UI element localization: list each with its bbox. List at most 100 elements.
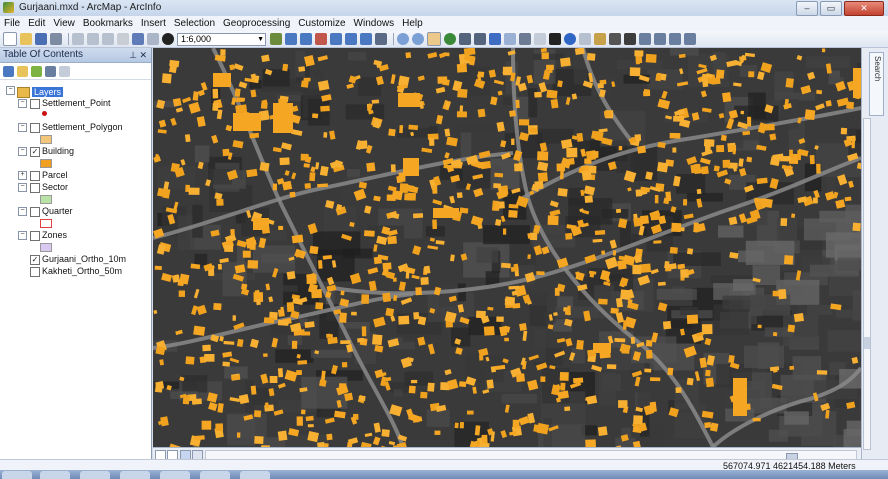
- paste-icon[interactable]: [102, 33, 114, 45]
- menu-view[interactable]: View: [49, 18, 79, 29]
- model-builder-icon[interactable]: [360, 33, 372, 45]
- layer-name-settlement-polygon[interactable]: Settlement_Polygon: [42, 121, 123, 133]
- layer-name-gurjaani-ortho-10m[interactable]: Gurjaani_Ortho_10m: [42, 253, 126, 265]
- maximize-button[interactable]: ▭: [820, 1, 842, 16]
- zoom-out-icon[interactable]: [412, 33, 424, 45]
- search-window-icon[interactable]: [315, 33, 327, 45]
- menu-help[interactable]: Help: [398, 18, 427, 29]
- find-route-icon[interactable]: [639, 33, 651, 45]
- python-window-icon[interactable]: [345, 33, 357, 45]
- search-tab[interactable]: Search: [869, 52, 884, 116]
- options-icon[interactable]: [59, 65, 70, 77]
- close-button[interactable]: ✕: [844, 1, 884, 16]
- measure-icon[interactable]: [609, 33, 621, 45]
- expander-quarter[interactable]: −: [18, 207, 27, 216]
- list-by-source-icon[interactable]: [17, 65, 28, 77]
- layer-name-sector[interactable]: Sector: [42, 181, 68, 193]
- visibility-checkbox-zones[interactable]: [30, 231, 40, 241]
- identify-icon[interactable]: [564, 33, 576, 45]
- taskbar-app-button[interactable]: [80, 471, 110, 479]
- print-icon[interactable]: [50, 33, 62, 45]
- fixed-zoom-in-icon[interactable]: [459, 33, 471, 45]
- close-icon[interactable]: ✕: [139, 48, 147, 62]
- layer-name-building[interactable]: Building: [42, 145, 74, 157]
- visibility-checkbox-building[interactable]: ✓: [30, 147, 40, 157]
- list-by-visibility-icon[interactable]: [31, 65, 42, 77]
- menu-bookmarks[interactable]: Bookmarks: [79, 18, 137, 29]
- catalog-window-icon[interactable]: [300, 33, 312, 45]
- visibility-checkbox-kakheti-ortho-50m[interactable]: [30, 267, 40, 277]
- taskbar-app-button[interactable]: [120, 471, 150, 479]
- layer-name-parcel[interactable]: Parcel: [42, 169, 68, 181]
- clear-selection-icon[interactable]: [534, 33, 546, 45]
- full-extent-icon[interactable]: [444, 33, 456, 45]
- add-data-icon[interactable]: [162, 33, 174, 45]
- map-canvas[interactable]: [153, 48, 861, 447]
- select-features-icon[interactable]: [519, 33, 531, 45]
- building-footprint: [644, 368, 652, 373]
- expander-layers[interactable]: −: [6, 86, 15, 95]
- open-folder-icon[interactable]: [20, 33, 32, 45]
- delete-icon[interactable]: [117, 33, 129, 45]
- fixed-zoom-out-icon[interactable]: [474, 33, 486, 45]
- visibility-checkbox-settlement-point[interactable]: [30, 99, 40, 109]
- expander-settlement-point[interactable]: −: [18, 99, 27, 108]
- menu-customize[interactable]: Customize: [294, 18, 349, 29]
- taskbar-app-button[interactable]: [40, 471, 70, 479]
- undo-icon[interactable]: [132, 33, 144, 45]
- visibility-checkbox-sector[interactable]: [30, 183, 40, 193]
- list-by-selection-icon[interactable]: [45, 65, 56, 77]
- menu-windows[interactable]: Windows: [350, 18, 399, 29]
- create-viewer-window-icon[interactable]: [684, 33, 696, 45]
- go-forward-icon[interactable]: [504, 33, 516, 45]
- find-binoculars-icon[interactable]: [624, 33, 636, 45]
- vertical-scrollbar[interactable]: [863, 118, 871, 450]
- expander-building[interactable]: −: [18, 147, 27, 156]
- zoom-in-icon[interactable]: [397, 33, 409, 45]
- list-by-drawing-order-icon[interactable]: [3, 65, 14, 77]
- menu-insert[interactable]: Insert: [137, 18, 170, 29]
- minimize-button[interactable]: –: [796, 1, 818, 16]
- visibility-checkbox-quarter[interactable]: [30, 207, 40, 217]
- orthophoto-map[interactable]: [153, 48, 861, 447]
- table-of-contents-icon[interactable]: [285, 33, 297, 45]
- visibility-checkbox-settlement-polygon[interactable]: [30, 123, 40, 133]
- time-slider-icon[interactable]: [669, 33, 681, 45]
- menu-selection[interactable]: Selection: [170, 18, 219, 29]
- menu-file[interactable]: File: [0, 18, 24, 29]
- pin-icon[interactable]: ⊥: [129, 48, 137, 62]
- go-to-xy-icon[interactable]: [654, 33, 666, 45]
- go-back-icon[interactable]: [489, 33, 501, 45]
- layer-name-kakheti-ortho-50m[interactable]: Kakheti_Ortho_50m: [42, 265, 122, 277]
- editor-toolbar-icon[interactable]: [270, 33, 282, 45]
- visibility-checkbox-parcel[interactable]: [30, 171, 40, 181]
- menu-edit[interactable]: Edit: [24, 18, 49, 29]
- hyperlink-icon[interactable]: [579, 33, 591, 45]
- copy-icon[interactable]: [87, 33, 99, 45]
- redo-icon[interactable]: [147, 33, 159, 45]
- layer-name-settlement-point[interactable]: Settlement_Point: [42, 97, 111, 109]
- pan-hand-icon[interactable]: [427, 32, 441, 46]
- layer-name-zones[interactable]: Zones: [42, 229, 67, 241]
- start-orb-icon[interactable]: [2, 471, 32, 479]
- expander-settlement-polygon[interactable]: −: [18, 123, 27, 132]
- taskbar-app-button[interactable]: [200, 471, 230, 479]
- whats-this-icon[interactable]: [375, 33, 387, 45]
- expander-zones[interactable]: −: [18, 231, 27, 240]
- chevron-down-icon[interactable]: ▼: [257, 34, 264, 45]
- expander-parcel[interactable]: +: [18, 171, 27, 180]
- save-icon[interactable]: [35, 33, 47, 45]
- map-scale-combobox[interactable]: 1:6,000 ▼: [177, 32, 266, 46]
- cut-icon[interactable]: [72, 33, 84, 45]
- menu-geoprocessing[interactable]: Geoprocessing: [219, 18, 294, 29]
- expander-sector[interactable]: −: [18, 183, 27, 192]
- html-popup-icon[interactable]: [594, 33, 606, 45]
- visibility-checkbox-gurjaani-ortho-10m[interactable]: ✓: [30, 255, 40, 265]
- layer-name-quarter[interactable]: Quarter: [42, 205, 73, 217]
- new-document-icon[interactable]: [3, 32, 17, 46]
- select-elements-arrow-icon[interactable]: [549, 33, 561, 45]
- vertical-scroll-thumb[interactable]: [864, 337, 870, 349]
- taskbar-app-button[interactable]: [160, 471, 190, 479]
- arctoolbox-icon[interactable]: [330, 33, 342, 45]
- taskbar-app-button[interactable]: [240, 471, 270, 479]
